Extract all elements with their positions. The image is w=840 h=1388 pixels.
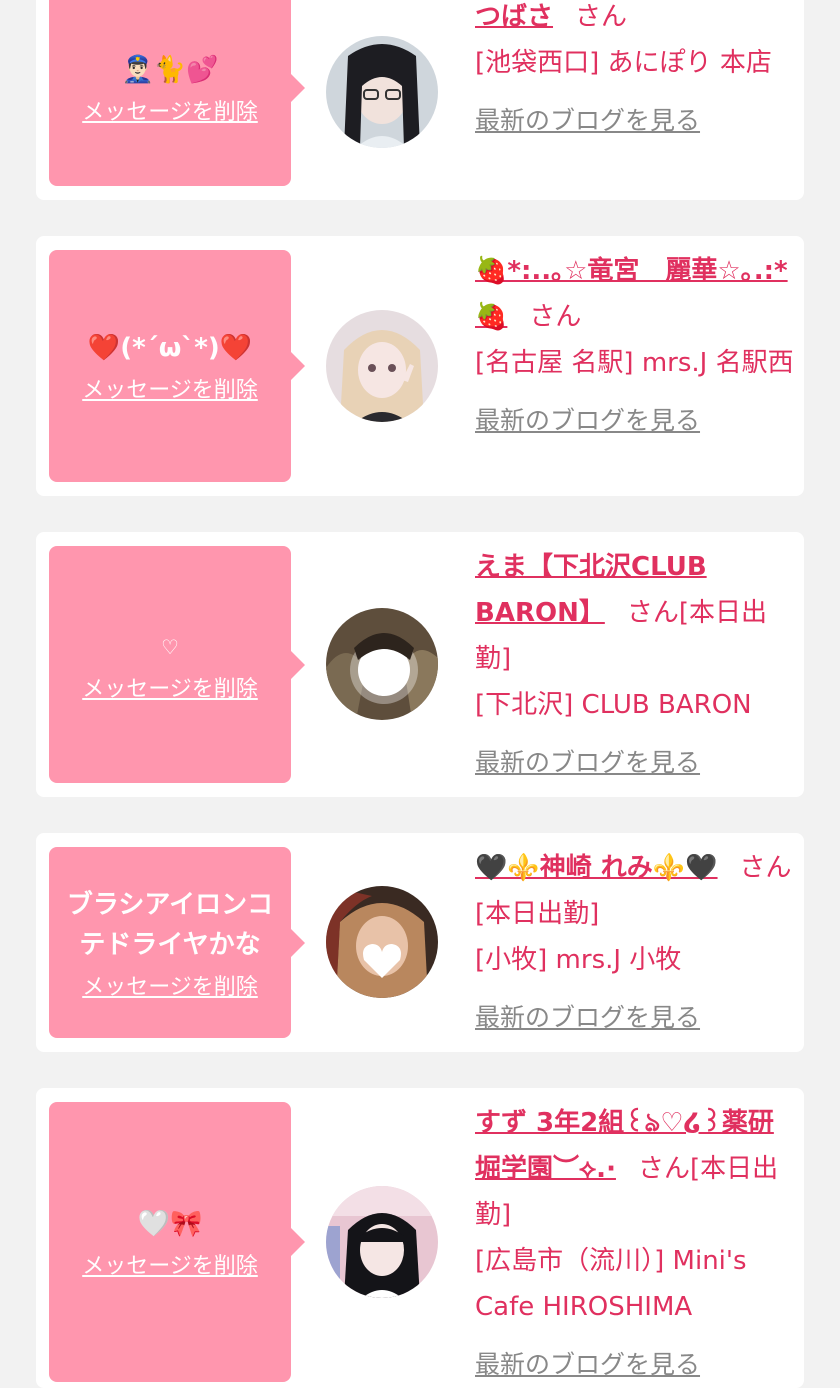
delete-message-link[interactable]: メッセージを削除 — [82, 671, 258, 703]
cast-info: 🖤⚜️神崎 れみ⚜️🖤 さん [本日出勤] [小牧] mrs.J 小牧 最新のブログ… — [475, 845, 795, 1041]
shop-text: [池袋西口] あにぽり 本店 — [475, 48, 772, 78]
status-text: [本日出勤] — [475, 899, 600, 929]
delete-message-link[interactable]: メッセージを削除 — [82, 372, 258, 404]
honorific: さん — [626, 598, 679, 628]
message-card: 👮🏻‍♂️🐈💕 メッセージを削除 つばさ さん [池袋西口] あにぽり 本店 最新… — [36, 0, 804, 200]
message-text: 👮🏻‍♂️🐈💕 — [121, 55, 219, 85]
message-text: ❤️(*´ω`*)❤️ — [87, 333, 253, 363]
message-card: ❤️(*´ω`*)❤️ メッセージを削除 🍓*:..｡☆竜宮 麗華☆｡.:*🍓 さ… — [36, 236, 804, 496]
message-card: ♡ メッセージを削除 えま【下北沢CLUB BARON】 さん[本日出勤] [下北… — [36, 532, 804, 797]
cast-info: すず 3年2組꒰ঌ♡໒꒱薬研堀学園︶⟡.· さん[本日出勤] [広島市（流川）] … — [475, 1100, 795, 1388]
message-card: 🤍🎀 メッセージを削除 すず 3年2組꒰ঌ♡໒꒱薬研堀学園︶⟡.· さん[本日出勤… — [36, 1088, 804, 1388]
latest-blog-link[interactable]: 最新のブログを見る — [475, 995, 795, 1041]
latest-blog-link[interactable]: 最新のブログを見る — [475, 1342, 795, 1388]
message-bubble: ブラシアイロンコテドライヤかな メッセージを削除 — [49, 847, 305, 1038]
honorific: さん — [739, 853, 792, 883]
cast-info: えま【下北沢CLUB BARON】 さん[本日出勤] [下北沢] CLUB BAR… — [475, 544, 795, 786]
delete-message-link[interactable]: メッセージを削除 — [82, 969, 258, 1001]
avatar[interactable] — [326, 608, 438, 720]
latest-blog-link[interactable]: 最新のブログを見る — [475, 98, 795, 144]
message-text: ♡ — [161, 634, 179, 659]
cast-info: つばさ さん [池袋西口] あにぽり 本店 最新のブログを見る — [475, 0, 795, 144]
cast-info: 🍓*:..｡☆竜宮 麗華☆｡.:*🍓 さん [名古屋 名駅] mrs.J 名駅西 … — [475, 248, 795, 444]
avatar[interactable] — [326, 1186, 438, 1298]
shop-text: [広島市（流川）] Mini's Cafe HIROSHIMA — [475, 1246, 747, 1322]
shop-text: [下北沢] CLUB BARON — [475, 690, 752, 720]
delete-message-link[interactable]: メッセージを削除 — [82, 1248, 258, 1280]
cast-name-link[interactable]: 🍓*:..｡☆竜宮 麗華☆｡.:*🍓 — [475, 256, 788, 332]
shop-text: [名古屋 名駅] mrs.J 名駅西 — [475, 348, 794, 378]
message-bubble: 🤍🎀 メッセージを削除 — [49, 1102, 305, 1382]
message-bubble: ❤️(*´ω`*)❤️ メッセージを削除 — [49, 250, 305, 482]
delete-message-link[interactable]: メッセージを削除 — [82, 94, 258, 126]
honorific: さん — [575, 2, 628, 32]
cast-name-link[interactable]: 🖤⚜️神崎 れみ⚜️🖤 — [475, 853, 718, 883]
cast-name-link[interactable]: つばさ — [475, 2, 553, 32]
avatar[interactable] — [326, 310, 438, 422]
message-bubble: ♡ メッセージを削除 — [49, 546, 305, 783]
avatar[interactable] — [326, 36, 438, 148]
message-bubble: 👮🏻‍♂️🐈💕 メッセージを削除 — [49, 0, 305, 186]
honorific: さん — [637, 1154, 690, 1184]
message-text: ブラシアイロンコテドライヤかな — [66, 889, 274, 960]
latest-blog-link[interactable]: 最新のブログを見る — [475, 740, 795, 786]
avatar[interactable] — [326, 886, 438, 998]
shop-text: [小牧] mrs.J 小牧 — [475, 945, 682, 975]
message-text: 🤍🎀 — [137, 1209, 203, 1239]
honorific: さん — [529, 302, 582, 332]
latest-blog-link[interactable]: 最新のブログを見る — [475, 398, 795, 444]
message-card: ブラシアイロンコテドライヤかな メッセージを削除 🖤⚜️神崎 れみ⚜️🖤 さん [本… — [36, 833, 804, 1052]
